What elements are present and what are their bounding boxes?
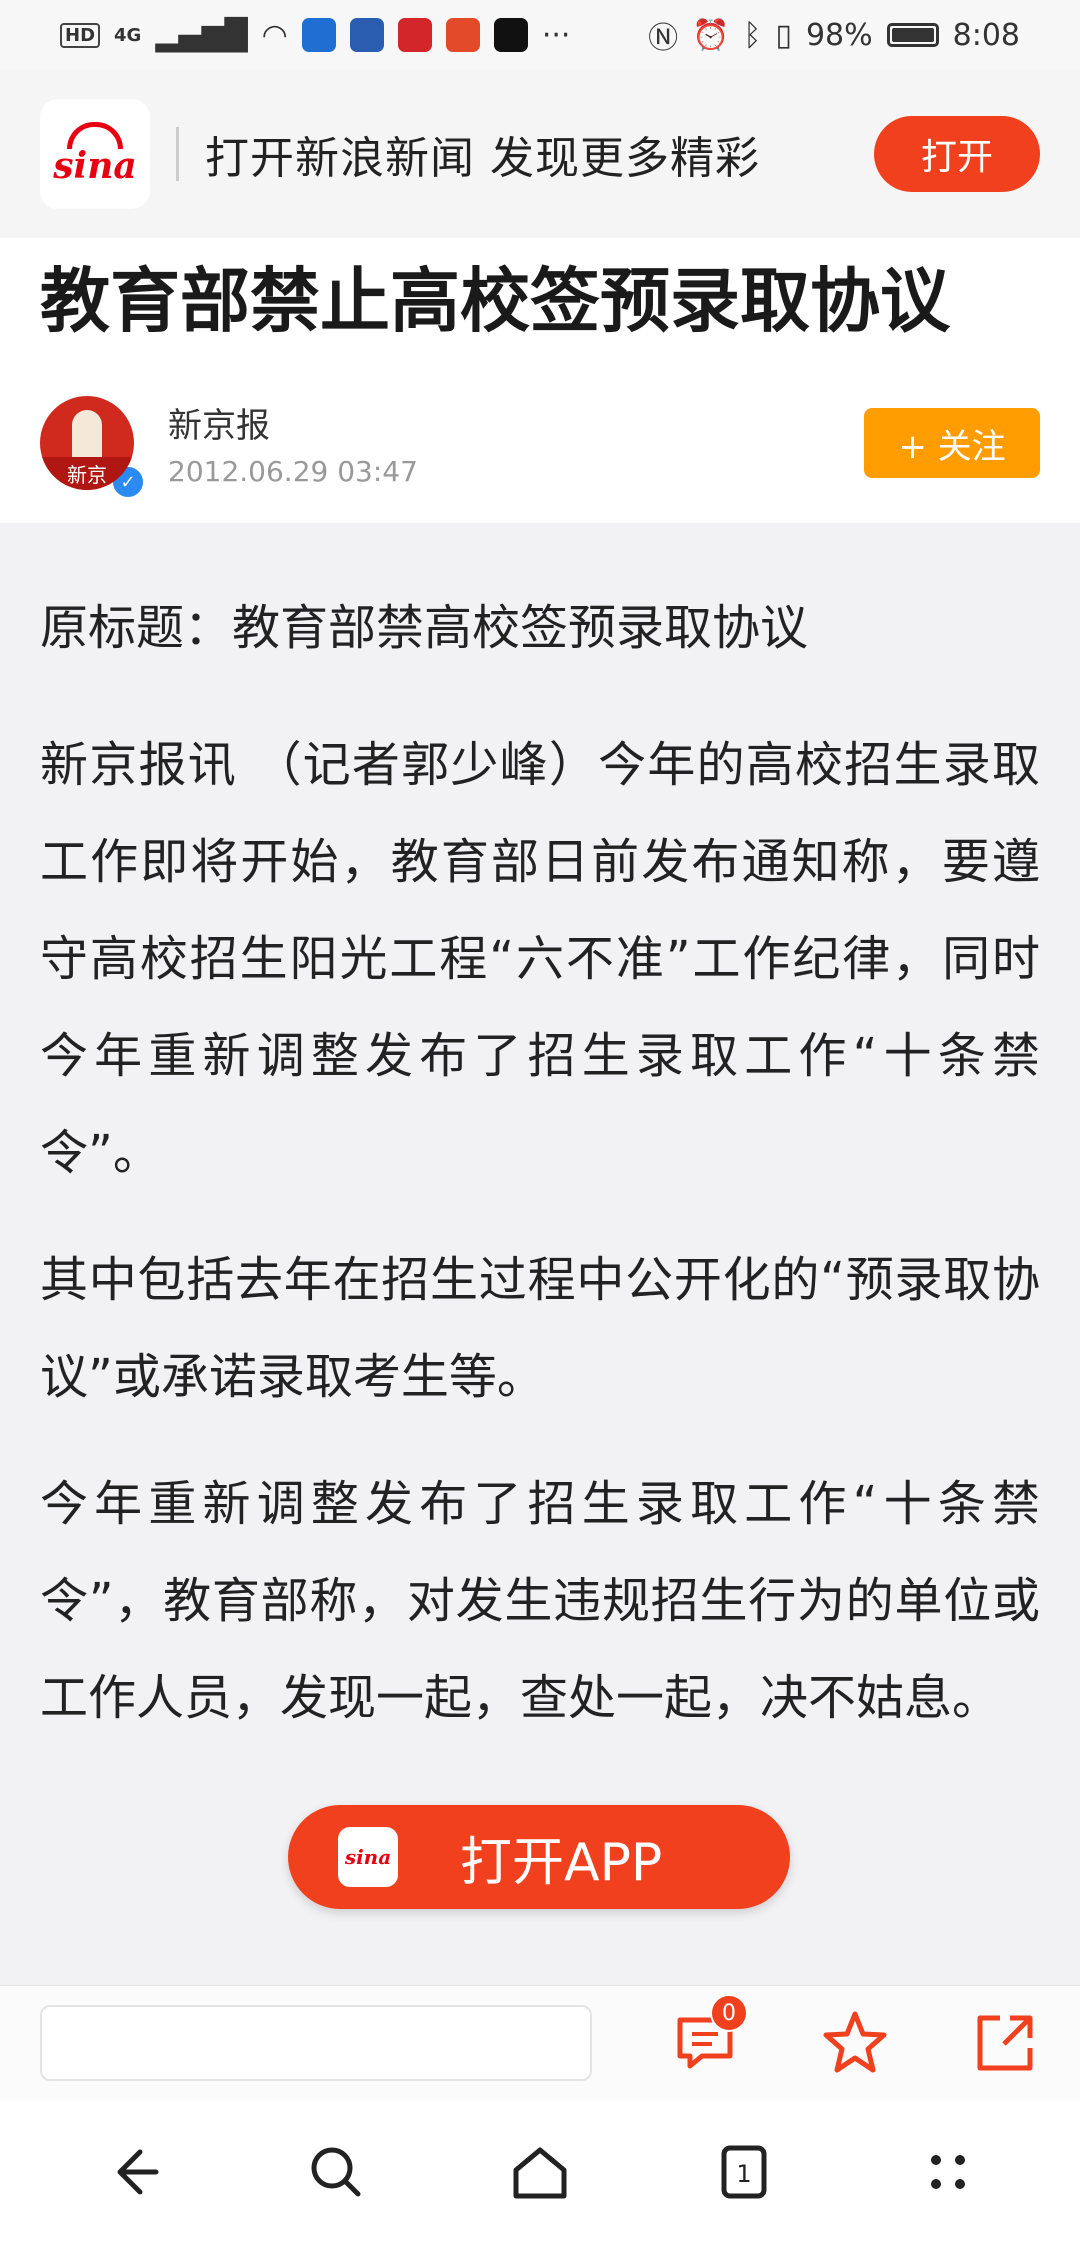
orange-app-icon (445, 18, 480, 52)
follow-button[interactable]: + 关注 (864, 408, 1040, 478)
alarm-icon: ⏰ (692, 17, 730, 53)
article-paragraph: 其中包括去年在招生过程中公开化的“预录取协议”或承诺录取考生等。 (40, 1252, 1040, 1405)
nfc-icon: Ⓝ (648, 21, 679, 56)
article-paragraph: 今年重新调整发布了招生录取工作“十条禁令”，教育部称，对发生违规招生行为的单位或… (40, 1476, 1040, 1726)
open-app-button[interactable]: sina 打开APP (288, 1805, 790, 1909)
article-paragraph: 原标题：教育部禁高校签预录取协议 (40, 600, 809, 656)
red-app-icon (397, 18, 432, 52)
shield-app-icon (301, 18, 336, 52)
comment-bar: 0 (0, 1985, 1080, 2100)
banner-divider (176, 127, 179, 181)
article-body: 原标题：教育部禁高校签预录取协议 新京报讯 （记者郭少峰）今年的高校招生录取工作… (40, 580, 1040, 1777)
bluetooth-icon: ᛒ (743, 17, 762, 53)
publish-time: 2012.06.29 03:47 (168, 455, 418, 488)
clock: 8:08 (952, 17, 1020, 53)
status-right: Ⓝ ⏰ ᛒ ▯ 98% 8:08 (648, 13, 1020, 57)
comment-input[interactable] (40, 2005, 592, 2081)
battery-icon (886, 23, 939, 47)
vibrate-icon: ▯ (775, 17, 792, 53)
app-banner[interactable]: sina 打开新浪新闻 发现更多精彩 打开 (0, 70, 1080, 238)
more-notifications-icon: ··· (541, 17, 571, 53)
author-name[interactable]: 新京报 (168, 398, 418, 447)
article-header: 教育部禁止高校签预录取协议 新京 ✓ 新京报 2012.06.29 03:47 … (0, 238, 1080, 523)
status-bar: HD 4G ▂▄▆█ ◠ ··· Ⓝ ⏰ ᛒ ▯ 98% 8:08 (0, 0, 1080, 70)
browser-nav-bar: 1 (0, 2100, 1080, 2244)
article-title: 教育部禁止高校签预录取协议 (40, 260, 950, 342)
share-icon[interactable] (970, 2008, 1040, 2078)
news-app-icon (349, 18, 384, 52)
hd-badge: HD (60, 22, 101, 48)
avatar[interactable]: 新京 (40, 396, 134, 490)
sina-app-icon: sina (338, 1827, 398, 1887)
back-icon[interactable] (92, 2132, 172, 2212)
home-icon[interactable] (500, 2132, 580, 2212)
article-paragraph: 新京报讯 （记者郭少峰）今年的高校招生录取工作即将开始，教育部日前发布通知称，要… (40, 737, 1040, 1181)
author-row: 新京 ✓ 新京报 2012.06.29 03:47 + 关注 (40, 388, 1040, 500)
author-meta: 新京报 2012.06.29 03:47 (168, 398, 418, 488)
favorite-star-icon[interactable] (820, 2008, 890, 2078)
signal-icon: 4G (114, 24, 142, 46)
tiktok-icon (493, 18, 528, 52)
sina-logo-icon: sina (40, 99, 150, 209)
status-left: HD 4G ▂▄▆█ ◠ ··· (60, 18, 570, 53)
menu-dots-icon[interactable] (908, 2132, 988, 2212)
search-icon[interactable] (296, 2132, 376, 2212)
signal-bars-icon: ▂▄▆█ (155, 17, 248, 53)
svg-text:1: 1 (736, 2160, 751, 2188)
banner-text: 打开新浪新闻 发现更多精彩 (205, 133, 760, 184)
tabs-icon[interactable]: 1 (704, 2132, 784, 2212)
wifi-icon: ◠ (261, 17, 288, 53)
banner-open-button[interactable]: 打开 (874, 116, 1040, 192)
battery-percent: 98% (805, 17, 873, 53)
comments-icon[interactable]: 0 (670, 1994, 748, 2078)
author-avatar-wrap[interactable]: 新京 ✓ (40, 396, 146, 500)
open-app-label: 打开APP (460, 1832, 663, 1893)
comment-count-badge: 0 (710, 1994, 748, 2032)
